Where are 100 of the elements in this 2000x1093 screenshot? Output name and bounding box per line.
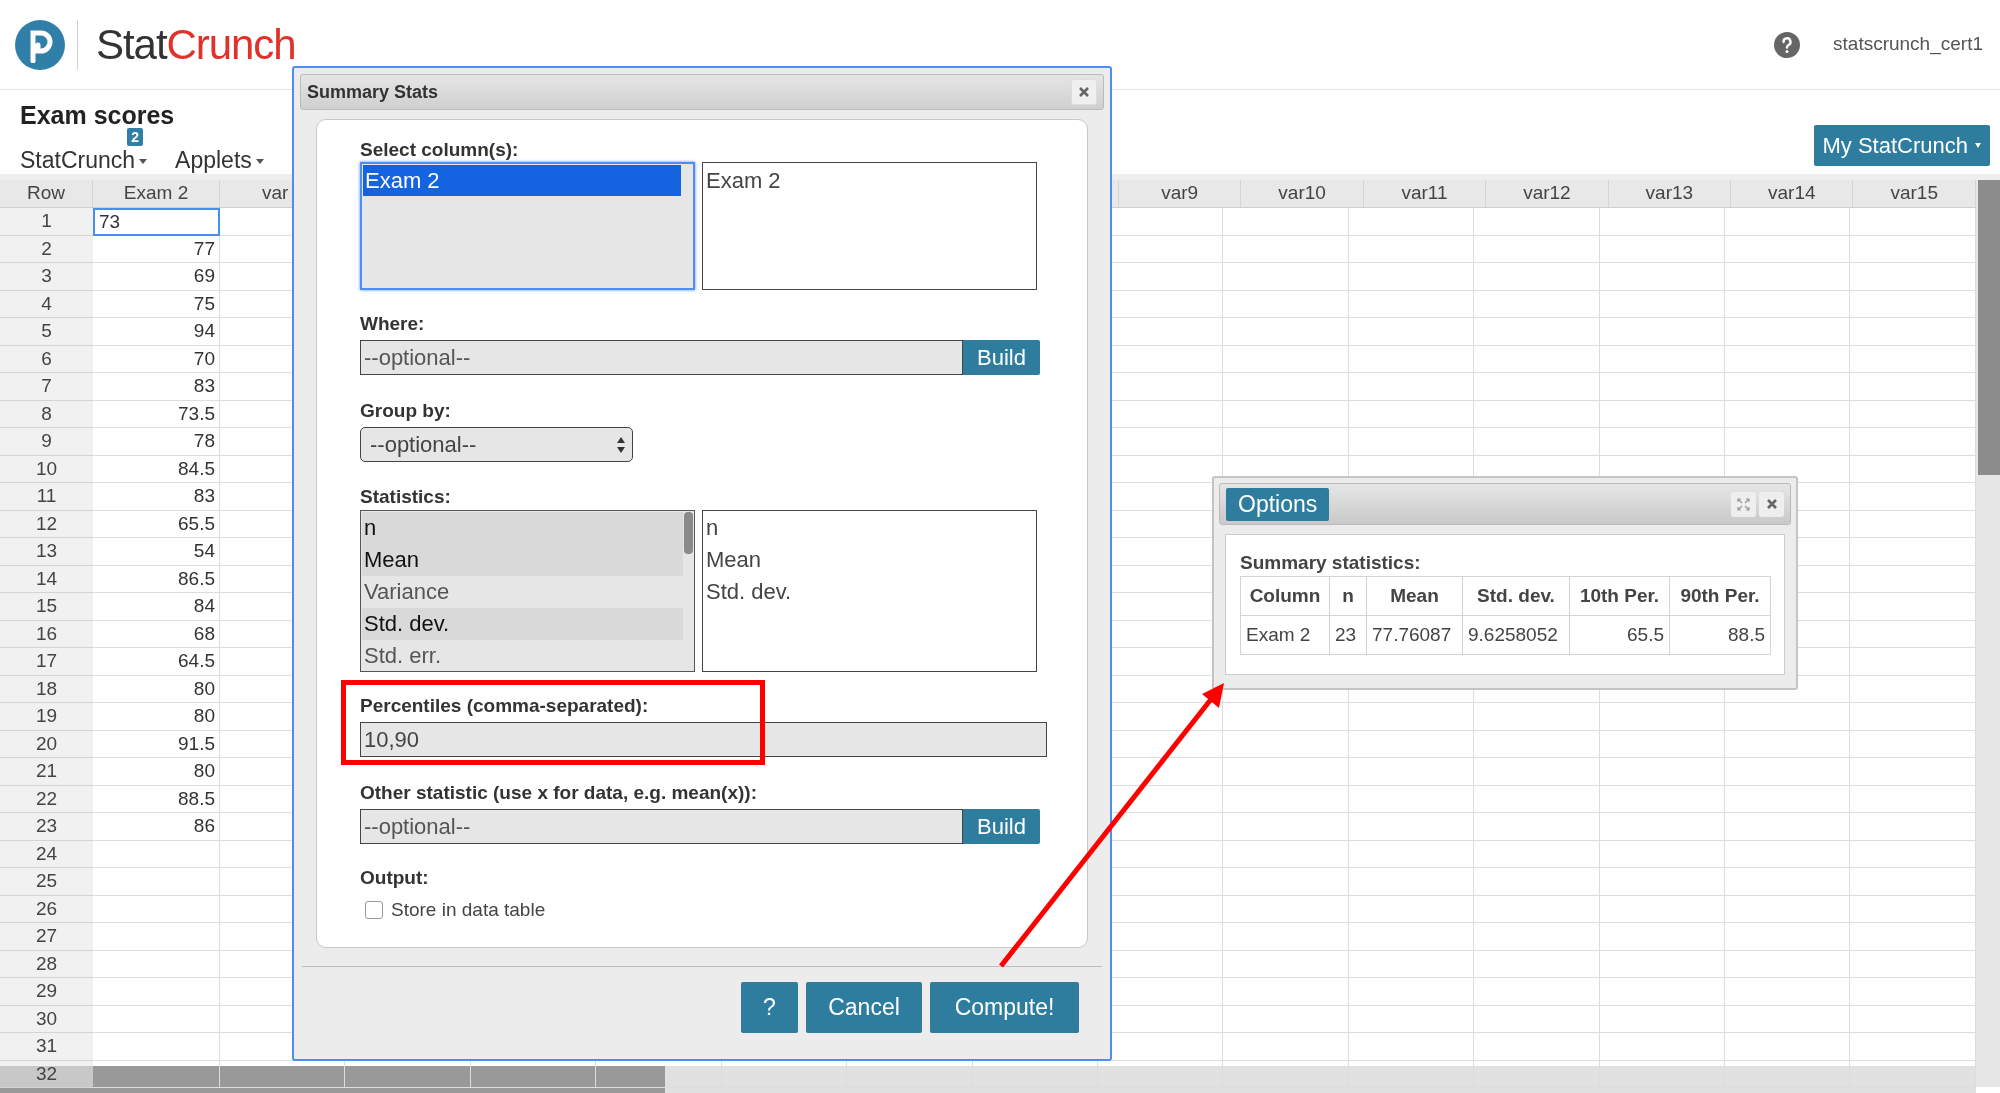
grid-cell[interactable] xyxy=(1599,923,1726,951)
vertical-scrollbar[interactable] xyxy=(1976,180,2000,1087)
data-cell[interactable]: 86 xyxy=(93,813,220,841)
grid-cell[interactable] xyxy=(1850,428,1976,456)
grid-cell[interactable] xyxy=(1474,235,1600,263)
grid-cell[interactable] xyxy=(1474,373,1600,401)
grid-cell[interactable] xyxy=(1725,895,1851,923)
text-field[interactable]: --optional-- xyxy=(360,809,963,844)
grid-cell[interactable] xyxy=(1474,318,1600,346)
grid-cell[interactable] xyxy=(1223,895,1349,923)
column-list[interactable]: Exam 2 xyxy=(360,162,695,290)
grid-cell[interactable] xyxy=(1850,923,1976,951)
grid-cell[interactable] xyxy=(1223,318,1349,346)
grid-cell[interactable] xyxy=(1223,1033,1349,1061)
account-menu-button[interactable]: My StatCrunch xyxy=(1813,125,1990,166)
grid-cell[interactable] xyxy=(1850,263,1976,291)
text-field[interactable]: --optional-- xyxy=(360,340,963,375)
data-cell[interactable]: 84.5 xyxy=(93,455,220,483)
grid-cell[interactable] xyxy=(1599,785,1726,813)
grid-cell[interactable] xyxy=(1348,758,1475,786)
list-item[interactable]: Mean xyxy=(362,544,683,576)
close-icon[interactable] xyxy=(1765,498,1778,510)
grid-cell[interactable] xyxy=(1348,235,1475,263)
grid-cell[interactable] xyxy=(1348,813,1475,841)
grid-cell[interactable] xyxy=(1474,785,1600,813)
data-cell[interactable] xyxy=(93,868,220,896)
data-cell[interactable]: 75 xyxy=(93,290,220,318)
username[interactable]: statscrunch_cert1 xyxy=(1833,30,1983,59)
grid-cell[interactable] xyxy=(1348,345,1475,373)
grid-cell[interactable] xyxy=(1348,868,1475,896)
grid-cell[interactable] xyxy=(1725,290,1851,318)
grid-cell[interactable] xyxy=(1725,868,1851,896)
grid-cell[interactable] xyxy=(1599,813,1726,841)
data-cell[interactable]: 78 xyxy=(93,428,220,456)
grid-cell[interactable] xyxy=(1223,400,1349,428)
grid-cell[interactable] xyxy=(1599,208,1726,236)
grid-cell[interactable] xyxy=(1474,290,1600,318)
grid-cell[interactable] xyxy=(1223,978,1349,1006)
compute-button[interactable]: Compute! xyxy=(930,982,1079,1033)
menu-button[interactable]: Applets xyxy=(175,142,264,177)
horizontal-scrollbar[interactable] xyxy=(0,1066,1976,1093)
grid-cell[interactable] xyxy=(1850,235,1976,263)
close-button[interactable] xyxy=(1759,491,1784,517)
grid-cell[interactable] xyxy=(1850,290,1976,318)
grid-cell[interactable] xyxy=(1474,208,1600,236)
data-cell[interactable]: 73.5 xyxy=(93,400,220,428)
grid-cell[interactable] xyxy=(1725,428,1851,456)
grid-cell[interactable] xyxy=(1599,978,1726,1006)
grid-cell[interactable] xyxy=(1348,1005,1475,1033)
grid-cell[interactable] xyxy=(1725,813,1851,841)
grid-cell[interactable] xyxy=(1850,455,1976,483)
grid-cell[interactable] xyxy=(1599,400,1726,428)
grid-cell[interactable] xyxy=(1223,813,1349,841)
data-cell[interactable]: 65.5 xyxy=(93,510,220,538)
grid-cell[interactable] xyxy=(1599,868,1726,896)
grid-cell[interactable] xyxy=(1348,950,1475,978)
data-cell[interactable]: 77 xyxy=(93,235,220,263)
data-cell[interactable]: 91.5 xyxy=(93,730,220,758)
data-cell[interactable]: 68 xyxy=(93,620,220,648)
grid-cell[interactable] xyxy=(1725,263,1851,291)
list-item[interactable]: Exam 2 xyxy=(363,165,681,196)
grid-cell[interactable] xyxy=(1223,373,1349,401)
grid-cell[interactable] xyxy=(1850,758,1976,786)
cancel-button[interactable]: Cancel xyxy=(806,982,922,1033)
grid-cell[interactable] xyxy=(1599,950,1726,978)
checkbox[interactable] xyxy=(365,901,383,920)
group-by-select[interactable]: --optional-- xyxy=(360,427,633,462)
grid-cell[interactable] xyxy=(1725,1033,1851,1061)
grid-cell[interactable] xyxy=(1348,923,1475,951)
list-item[interactable]: Std. dev. xyxy=(362,608,683,640)
grid-cell[interactable] xyxy=(1474,978,1600,1006)
grid-cell[interactable] xyxy=(1474,868,1600,896)
grid-cell[interactable] xyxy=(1348,1033,1475,1061)
data-cell[interactable]: 83 xyxy=(93,483,220,511)
grid-cell[interactable] xyxy=(1223,868,1349,896)
grid-cell[interactable] xyxy=(1223,758,1349,786)
grid-cell[interactable] xyxy=(1474,758,1600,786)
data-cell[interactable]: 80 xyxy=(93,675,220,703)
data-cell[interactable]: 94 xyxy=(93,318,220,346)
grid-cell[interactable] xyxy=(1599,703,1726,731)
active-cell[interactable]: 73 xyxy=(93,208,220,236)
grid-cell[interactable] xyxy=(1474,840,1600,868)
grid-cell[interactable] xyxy=(1850,703,1976,731)
grid-cell[interactable] xyxy=(1474,263,1600,291)
grid-cell[interactable] xyxy=(1599,318,1726,346)
grid-cell[interactable] xyxy=(1599,1005,1726,1033)
grid-cell[interactable] xyxy=(1348,400,1475,428)
grid-cell[interactable] xyxy=(1474,703,1600,731)
list-item[interactable]: n xyxy=(362,512,683,544)
grid-cell[interactable] xyxy=(1599,373,1726,401)
grid-cell[interactable] xyxy=(1850,620,1976,648)
grid-cell[interactable] xyxy=(1850,538,1976,566)
grid-cell[interactable] xyxy=(1474,1005,1600,1033)
grid-cell[interactable] xyxy=(1474,400,1600,428)
grid-cell[interactable] xyxy=(1850,318,1976,346)
grid-cell[interactable] xyxy=(1474,345,1600,373)
data-cell[interactable]: 86.5 xyxy=(93,565,220,593)
grid-cell[interactable] xyxy=(1850,730,1976,758)
grid-cell[interactable] xyxy=(1850,950,1976,978)
grid-cell[interactable] xyxy=(1348,978,1475,1006)
